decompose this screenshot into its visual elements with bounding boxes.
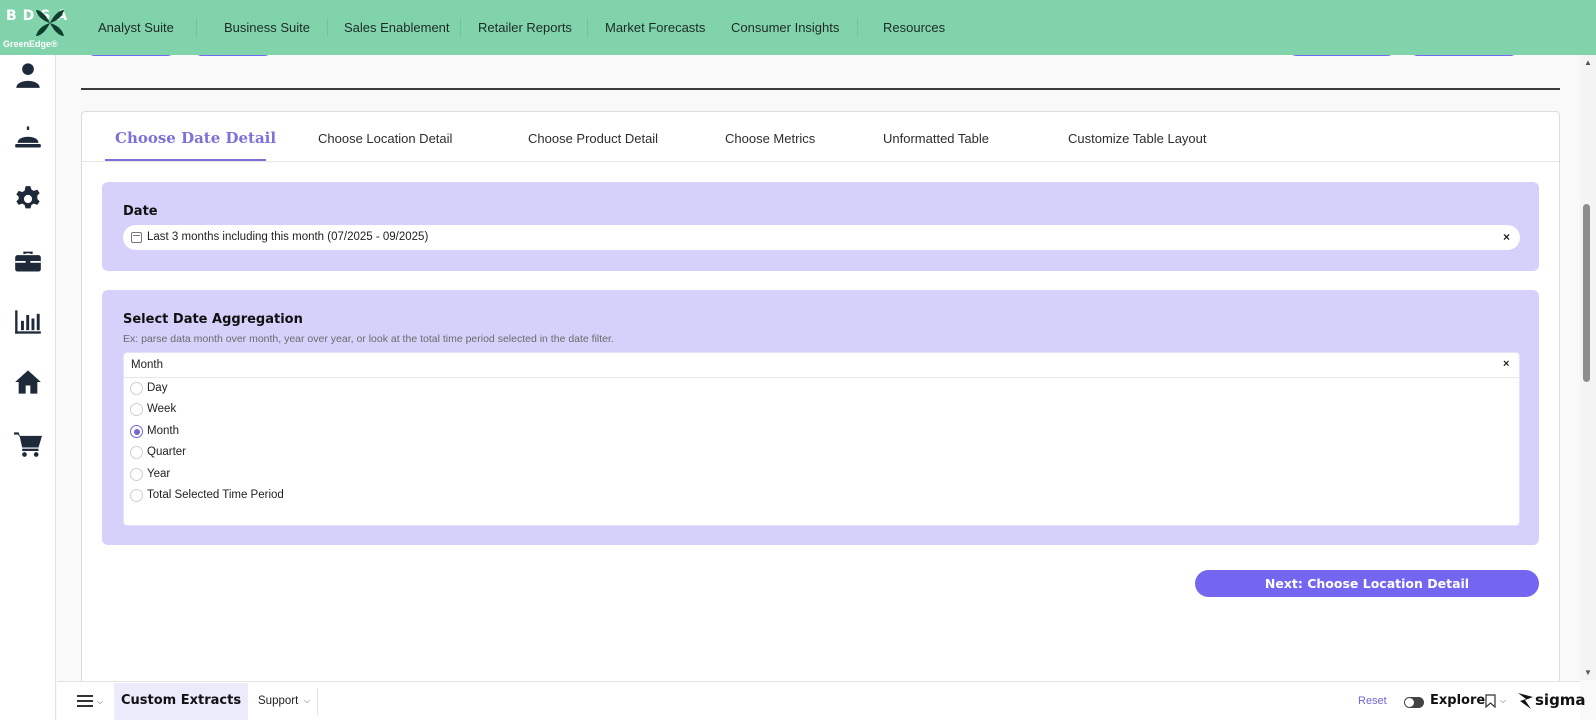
next-choose-location-button[interactable]: Next: Choose Location Detail (1195, 570, 1539, 597)
aggregation-select: Month × Day Week Month Quarter Year Tota… (123, 352, 1520, 526)
menu-icon[interactable] (77, 695, 93, 707)
aggregation-select-header[interactable]: Month × (124, 353, 1519, 378)
tab-choose-location-detail[interactable]: Choose Location Detail (318, 131, 452, 146)
radio-button[interactable] (130, 382, 143, 395)
date-aggregation-card: Select Date Aggregation Ex: parse data m… (102, 290, 1539, 545)
tab-unformatted-table[interactable]: Unformatted Table (883, 131, 989, 146)
chevron-down-icon[interactable]: ⌵ (234, 696, 240, 706)
section-divider (81, 88, 1560, 90)
radio-button[interactable] (130, 468, 143, 481)
sigma-logo[interactable]: sigma (1517, 691, 1586, 711)
radio-button[interactable] (130, 489, 143, 502)
nav-retailer-reports[interactable]: Retailer Reports (478, 20, 572, 35)
tab-choose-product-detail[interactable]: Choose Product Detail (528, 131, 658, 146)
bell-icon[interactable] (14, 123, 42, 151)
cart-icon[interactable] (14, 430, 42, 458)
radio-button-selected[interactable] (130, 425, 143, 438)
scroll-up-arrow-icon[interactable]: ▲ (1584, 58, 1592, 67)
left-sidebar (0, 55, 56, 720)
nav-separator (196, 18, 197, 36)
logo-letters: BDSA (6, 8, 67, 24)
radio-button[interactable] (130, 446, 143, 459)
nav-separator (587, 18, 588, 36)
nav-separator (327, 18, 328, 36)
tab-choose-metrics[interactable]: Choose Metrics (725, 131, 815, 146)
aggregation-selected-value: Month (131, 359, 163, 371)
workbook-title[interactable]: Custom Extracts (121, 693, 241, 708)
bottom-toolbar: ⌵ Custom Extracts ⌵ Support ⌵ Reset Expl… (57, 681, 1586, 720)
chevron-down-icon[interactable]: ⌵ (97, 697, 103, 707)
top-nav-bar: BDSA GreenEdge® Analyst Suite Business S… (0, 0, 1596, 55)
extract-wizard-panel: Choose Date Detail Choose Location Detai… (81, 111, 1560, 711)
sigma-wordmark: sigma (1535, 691, 1586, 709)
date-card-title: Date (123, 204, 158, 219)
reset-link[interactable]: Reset (1358, 695, 1387, 707)
nav-analyst-suite[interactable]: Analyst Suite (98, 20, 174, 35)
clear-aggregation-icon[interactable]: × (1503, 358, 1509, 370)
sigma-logo-icon (1518, 693, 1533, 709)
bookmark-icon[interactable] (1485, 694, 1496, 708)
nav-consumer-insights[interactable]: Consumer Insights (731, 20, 839, 35)
chevron-down-icon[interactable]: ⌵ (1500, 696, 1506, 706)
briefcase-icon[interactable] (14, 247, 42, 275)
aggregation-card-title: Select Date Aggregation (123, 312, 303, 327)
explore-toggle[interactable] (1404, 697, 1424, 708)
aggregation-card-subtitle: Ex: parse data month over month, year ov… (123, 333, 614, 345)
radio-option-label: Week (147, 403, 177, 415)
radio-button[interactable] (130, 403, 143, 416)
date-filter-value: Last 3 months including this month (07/2… (147, 231, 429, 243)
date-filter-input[interactable]: Last 3 months including this month (07/2… (123, 225, 1520, 250)
nav-market-forecasts[interactable]: Market Forecasts (605, 20, 705, 35)
radio-option-label: Year (147, 468, 171, 480)
tab-choose-date-detail[interactable]: Choose Date Detail (115, 129, 276, 147)
nav-resources[interactable]: Resources (883, 20, 945, 35)
nav-separator (857, 18, 858, 36)
logo-leaf-icon (36, 10, 64, 36)
calendar-icon (131, 232, 142, 243)
support-menu[interactable]: Support (258, 695, 298, 707)
home-icon[interactable] (14, 368, 42, 396)
active-tab-indicator (105, 159, 266, 161)
toolbar-separator (317, 688, 318, 715)
chevron-down-icon[interactable]: ⌵ (304, 696, 310, 706)
tab-customize-table-layout[interactable]: Customize Table Layout (1068, 131, 1207, 146)
nav-separator (460, 18, 461, 36)
scrollbar-thumb[interactable] (1583, 204, 1590, 382)
explore-label[interactable]: Explore (1430, 693, 1485, 708)
radio-option-label: Total Selected Time Period (147, 489, 284, 501)
nav-business-suite[interactable]: Business Suite (224, 20, 310, 35)
scroll-down-arrow-icon[interactable]: ▼ (1584, 668, 1592, 677)
bdsa-logo[interactable]: BDSA GreenEdge® (2, 6, 67, 52)
gear-icon[interactable] (14, 185, 42, 213)
radio-option-label: Day (147, 382, 168, 394)
nav-sales-enablement[interactable]: Sales Enablement (344, 20, 450, 35)
logo-brand-text: GreenEdge® (3, 39, 58, 49)
radio-option-label: Month (147, 425, 179, 437)
wizard-tabs: Choose Date Detail Choose Location Detai… (82, 112, 1559, 162)
clear-date-icon[interactable]: × (1503, 230, 1510, 244)
date-filter-card: Date Last 3 months including this month … (102, 182, 1539, 271)
user-icon[interactable] (14, 61, 42, 89)
radio-option-label: Quarter (147, 446, 186, 458)
bar-chart-icon[interactable] (14, 308, 42, 336)
